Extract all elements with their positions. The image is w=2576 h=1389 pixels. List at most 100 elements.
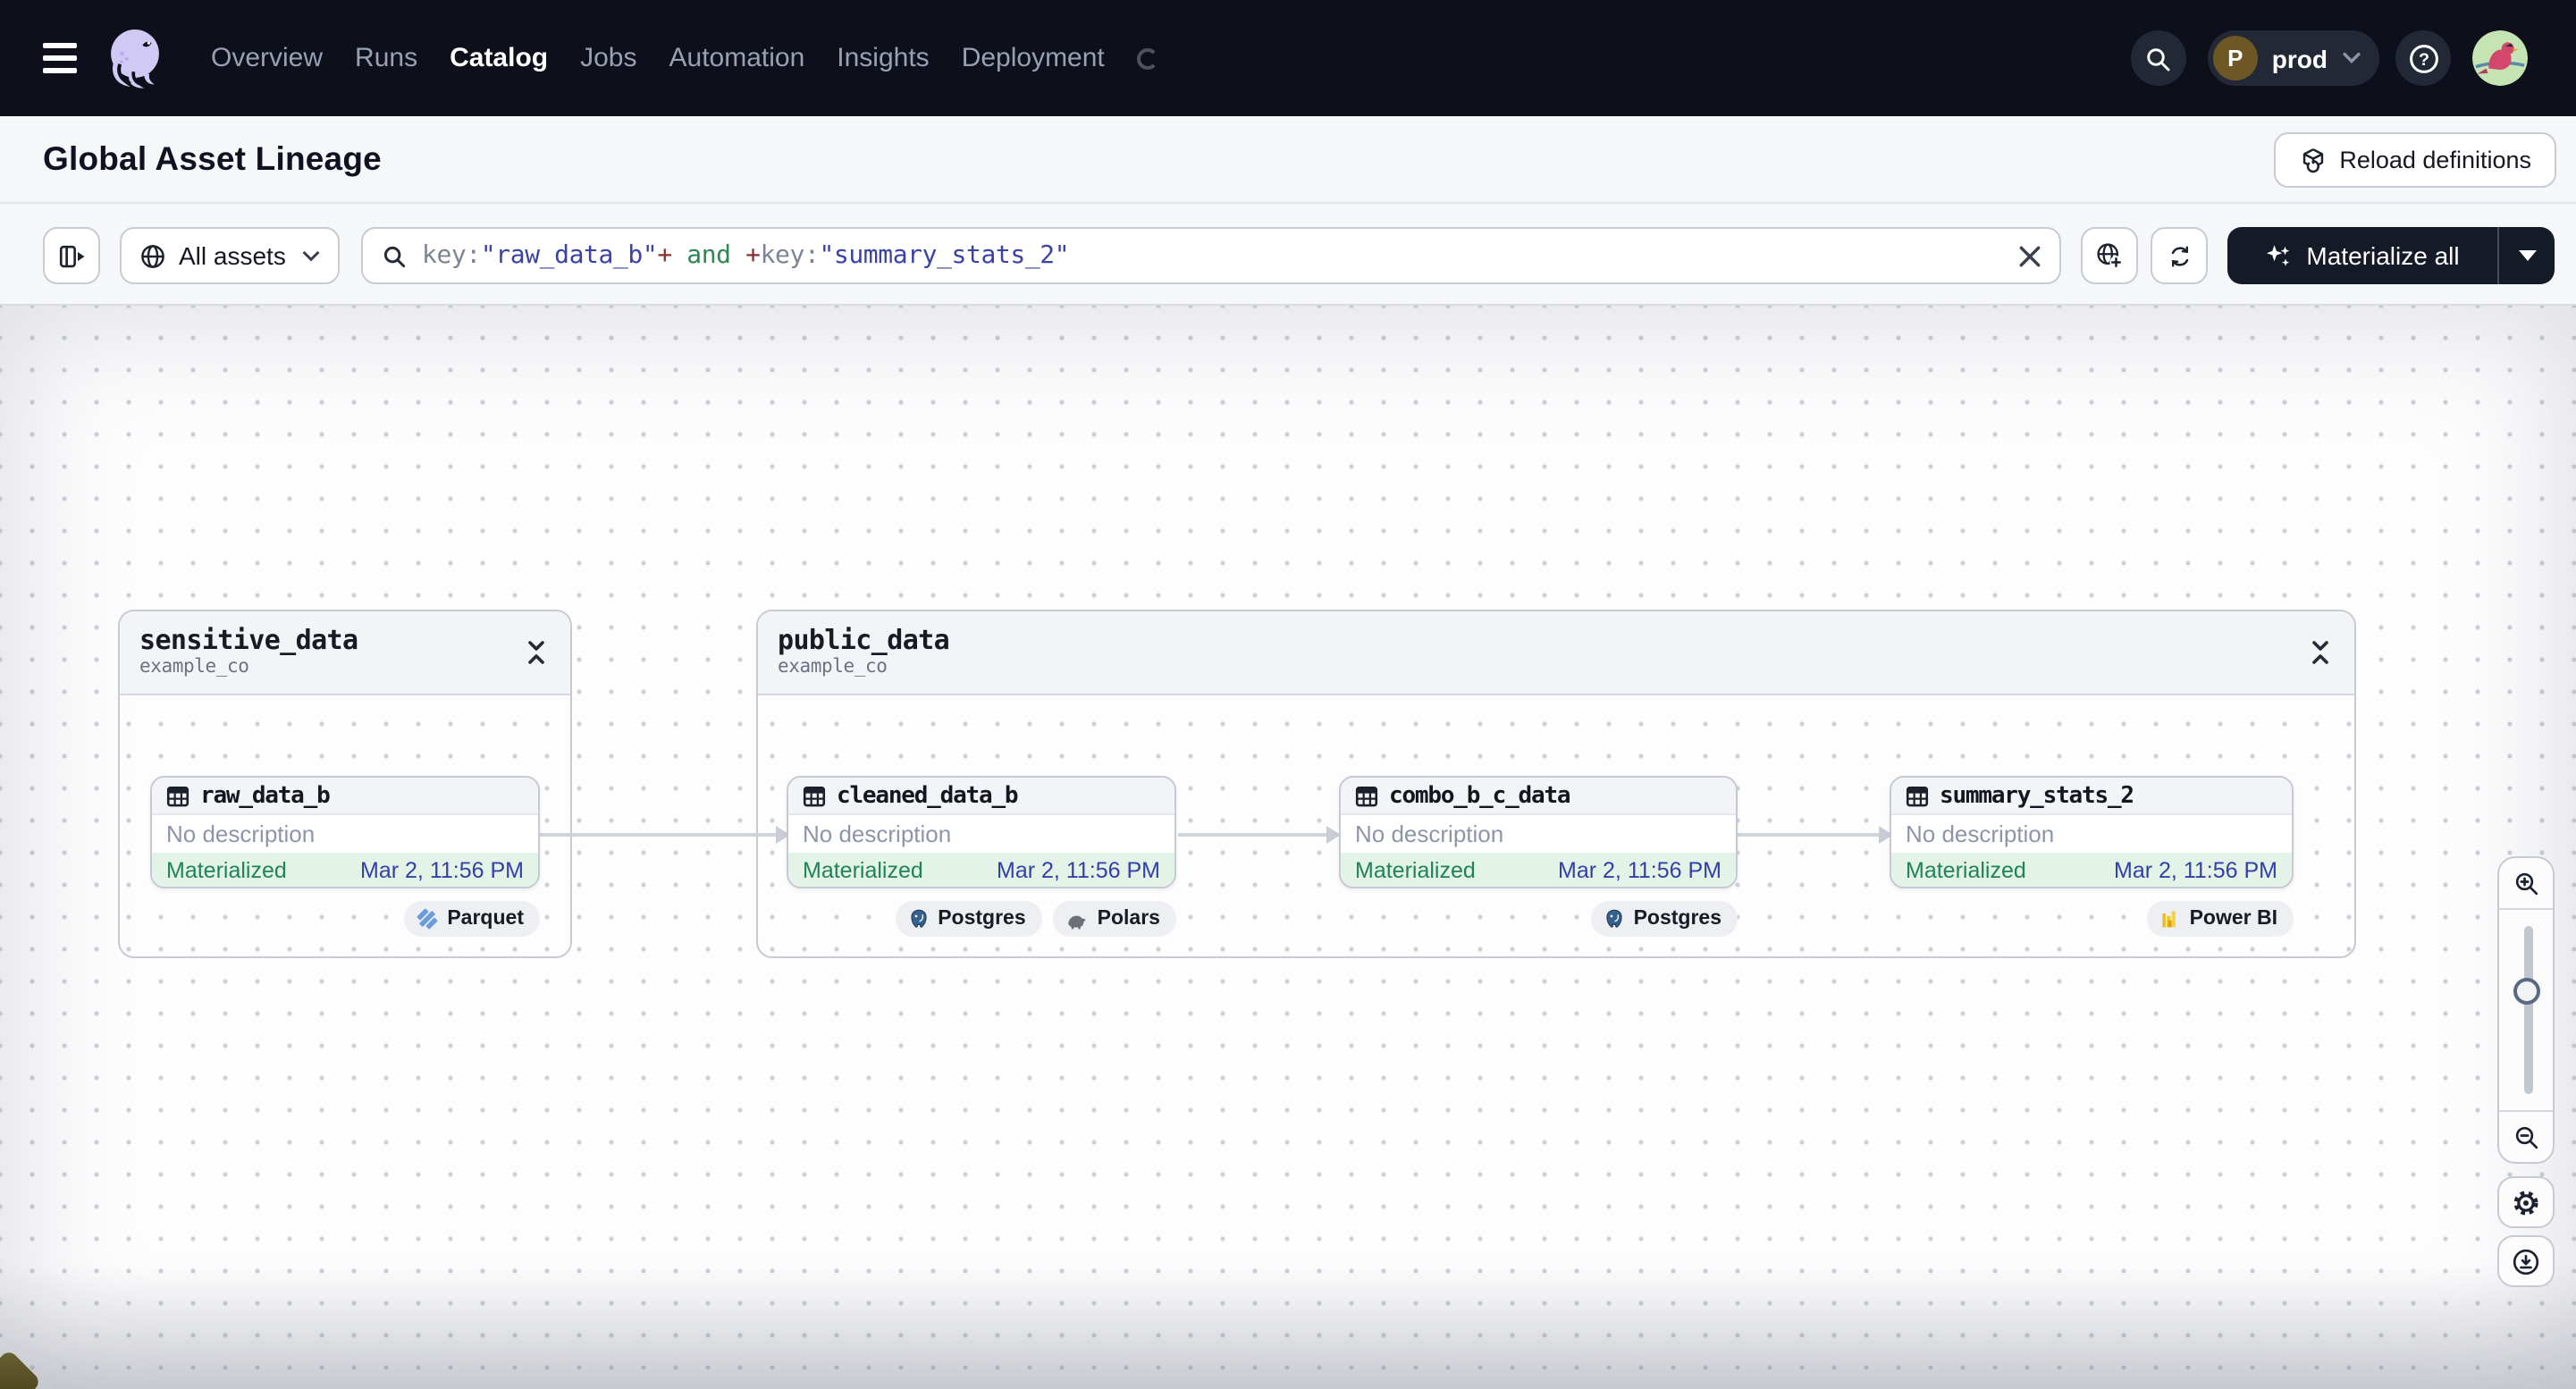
group-repository: example_co bbox=[139, 656, 249, 678]
nav-right-cluster: P prod ? bbox=[2130, 30, 2528, 86]
zoom-control bbox=[2497, 856, 2555, 1164]
materialize-all-button[interactable]: Materialize all bbox=[2227, 227, 2497, 284]
nav-item-insights[interactable]: Insights bbox=[837, 43, 929, 73]
materialized-status: Materialized bbox=[1906, 858, 2026, 883]
reload-definitions-icon bbox=[2302, 147, 2323, 173]
kind-badge-postgres: Postgres bbox=[1590, 901, 1738, 937]
powerbi-icon bbox=[2161, 911, 2176, 928]
svg-text:?: ? bbox=[2418, 49, 2429, 69]
help-button[interactable]: ? bbox=[2395, 30, 2451, 86]
asset-badges-cleaned-data-b: Postgres Polars bbox=[787, 901, 1176, 937]
asset-status-row: Materialized Mar 2, 11:56 PM bbox=[1341, 853, 1736, 887]
add-to-catalog-view-button[interactable] bbox=[2081, 227, 2138, 284]
nav-item-overview[interactable]: Overview bbox=[211, 43, 323, 73]
kind-badge-parquet: Parquet bbox=[404, 901, 540, 937]
asset-description: No description bbox=[152, 813, 538, 853]
group-header[interactable]: sensitive_data example_co bbox=[120, 611, 570, 695]
materialize-all-split-button: Materialize all bbox=[2227, 227, 2555, 284]
environment-avatar: P bbox=[2212, 36, 2258, 80]
nav-item-runs[interactable]: Runs bbox=[355, 43, 417, 73]
materialize-all-label: Materialize all bbox=[2306, 241, 2460, 270]
asset-node-cleaned-data-b[interactable]: cleaned_data_b No description Materializ… bbox=[787, 776, 1176, 888]
asset-name: raw_data_b bbox=[200, 782, 331, 809]
sparkle-icon bbox=[2267, 244, 2290, 265]
refresh-icon bbox=[2170, 245, 2188, 266]
collapse-group-icon[interactable] bbox=[2308, 638, 2333, 667]
dagster-logo-icon[interactable] bbox=[102, 25, 168, 91]
asset-description: No description bbox=[788, 813, 1174, 853]
zoom-slider-thumb[interactable] bbox=[2513, 978, 2540, 1005]
table-icon bbox=[1355, 786, 1378, 806]
loading-spinner-icon bbox=[1136, 47, 1158, 69]
chevron-down-icon bbox=[303, 250, 319, 261]
top-nav: Overview Runs Catalog Jobs Automation In… bbox=[0, 0, 2576, 116]
open-left-panel-button[interactable] bbox=[43, 227, 100, 284]
asset-name: cleaned_data_b bbox=[837, 782, 1019, 809]
lineage-toolbar: All assets key:"raw_data_b"+ and +key:"s… bbox=[0, 204, 2576, 306]
asset-status-row: Materialized Mar 2, 11:56 PM bbox=[152, 853, 538, 887]
search-icon bbox=[383, 245, 406, 267]
hamburger-menu-icon[interactable] bbox=[43, 43, 77, 73]
global-search-button[interactable] bbox=[2130, 30, 2186, 86]
asset-badges-summary-stats-2: Power BI bbox=[1890, 901, 2294, 937]
materialized-status: Materialized bbox=[803, 858, 923, 883]
reload-definitions-button[interactable]: Reload definitions bbox=[2273, 132, 2556, 188]
asset-node-raw-data-b[interactable]: raw_data_b No description Materialized M… bbox=[150, 776, 540, 888]
materialized-timestamp[interactable]: Mar 2, 11:56 PM bbox=[360, 858, 524, 883]
graph-settings-button[interactable] bbox=[2497, 1176, 2555, 1228]
lineage-canvas[interactable]: sensitive_data example_co public_data ex… bbox=[0, 306, 2576, 1389]
zoom-slider-track[interactable] bbox=[2523, 926, 2532, 1094]
asset-node-summary-stats-2[interactable]: summary_stats_2 No description Materiali… bbox=[1890, 776, 2294, 888]
page-title: Global Asset Lineage bbox=[43, 139, 382, 177]
nav-item-deployment[interactable]: Deployment bbox=[962, 43, 1105, 73]
asset-description: No description bbox=[1341, 813, 1736, 853]
asset-scope-label: All assets bbox=[179, 241, 286, 270]
panel-toggle-icon bbox=[58, 244, 84, 267]
download-icon bbox=[2513, 1248, 2539, 1275]
table-icon bbox=[803, 786, 826, 806]
asset-name: combo_b_c_data bbox=[1389, 782, 1571, 809]
table-icon bbox=[1906, 786, 1929, 806]
zoom-out-button[interactable] bbox=[2499, 1110, 2553, 1162]
materialize-options-button[interactable] bbox=[2497, 227, 2555, 284]
table-icon bbox=[166, 786, 189, 806]
asset-node-combo-b-c-data[interactable]: combo_b_c_data No description Materializ… bbox=[1339, 776, 1738, 888]
materialized-status: Materialized bbox=[1355, 858, 1476, 883]
gear-icon bbox=[2513, 1190, 2538, 1215]
kind-badge-powerbi: Power BI bbox=[2146, 901, 2294, 937]
environment-switcher[interactable]: P prod bbox=[2207, 30, 2379, 86]
page-header: Global Asset Lineage Reload definitions bbox=[0, 116, 2576, 204]
edge-cleaned-data-b-to-combo-b-c-data bbox=[1178, 826, 1341, 844]
nav-item-catalog[interactable]: Catalog bbox=[450, 43, 548, 73]
clear-query-icon[interactable] bbox=[2016, 243, 2043, 270]
edge-combo-b-c-data-to-summary-stats-2 bbox=[1736, 826, 1893, 844]
collapse-group-icon[interactable] bbox=[524, 638, 549, 667]
corner-artifact bbox=[0, 1349, 42, 1389]
nav-item-automation[interactable]: Automation bbox=[669, 43, 805, 73]
user-avatar[interactable] bbox=[2472, 30, 2528, 86]
asset-status-row: Materialized Mar 2, 11:56 PM bbox=[1891, 853, 2292, 887]
search-icon bbox=[2148, 47, 2171, 71]
edge-raw-data-b-to-cleaned-data-b bbox=[540, 826, 790, 844]
download-image-button[interactable] bbox=[2497, 1235, 2555, 1287]
group-header[interactable]: public_data example_co bbox=[758, 611, 2354, 695]
nav-item-jobs[interactable]: Jobs bbox=[580, 43, 636, 73]
materialized-timestamp[interactable]: Mar 2, 11:56 PM bbox=[997, 858, 1160, 883]
asset-search-input[interactable]: key:"raw_data_b"+ and +key:"summary_stat… bbox=[361, 227, 2061, 284]
globe-plus-icon bbox=[2097, 243, 2123, 269]
zoom-in-button[interactable] bbox=[2499, 858, 2553, 910]
refresh-graph-button[interactable] bbox=[2151, 227, 2208, 284]
materialized-timestamp[interactable]: Mar 2, 11:56 PM bbox=[2114, 858, 2277, 883]
zoom-in-icon bbox=[2514, 871, 2538, 895]
asset-selection-query: key:"raw_data_b"+ and +key:"summary_stat… bbox=[422, 241, 1070, 270]
chevron-down-icon bbox=[2343, 52, 2361, 63]
zoom-slider[interactable] bbox=[2499, 910, 2553, 1110]
help-icon: ? bbox=[2409, 44, 2437, 72]
environment-name: prod bbox=[2271, 44, 2328, 72]
reload-definitions-label: Reload definitions bbox=[2339, 147, 2531, 173]
asset-scope-dropdown[interactable]: All assets bbox=[120, 227, 340, 284]
asset-status-row: Materialized Mar 2, 11:56 PM bbox=[788, 853, 1174, 887]
postgres-icon bbox=[1605, 909, 1622, 928]
materialized-timestamp[interactable]: Mar 2, 11:56 PM bbox=[1558, 858, 1722, 883]
group-title: sensitive_data bbox=[139, 624, 358, 656]
